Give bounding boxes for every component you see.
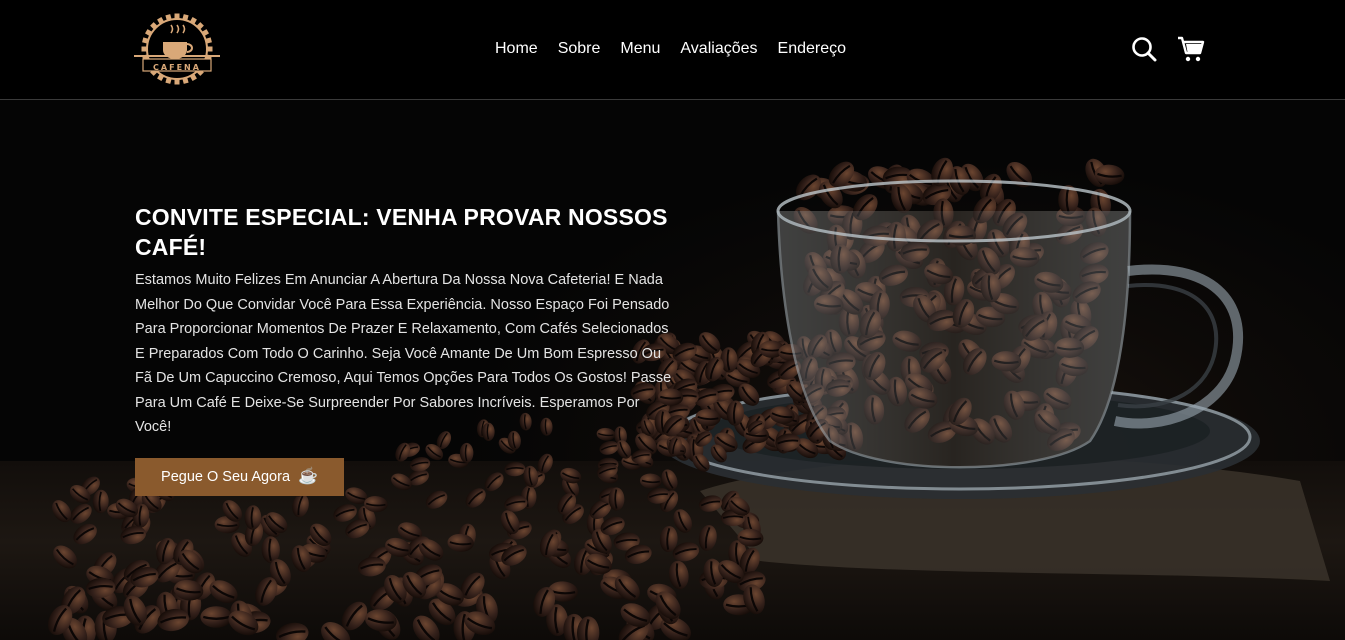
cta-label: Pegue O Seu Agora (161, 468, 291, 485)
cafena-logo[interactable]: CAFENA (133, 12, 221, 86)
cta-button[interactable]: Pegue O Seu Agora ☕ (135, 457, 344, 496)
nav-sobre[interactable]: Sobre (558, 38, 601, 60)
logo-text: CAFENA (153, 63, 201, 72)
nav-menu[interactable]: Menu (620, 38, 660, 60)
cart-icon[interactable] (1177, 34, 1205, 64)
main-nav: Home Sobre Menu Avaliações Endereço (495, 38, 866, 60)
nav-endereco[interactable]: Endereço (778, 38, 847, 60)
logo-emblem-icon (134, 13, 220, 85)
nav-home[interactable]: Home (495, 38, 538, 60)
nav-avaliacoes[interactable]: Avaliações (680, 38, 757, 60)
hero-content: CONVITE ESPECIAL: VENHA PROVAR NOSSOS CA… (135, 202, 675, 496)
site-header: CAFENA Home Sobre Menu Avaliações Endere… (0, 0, 1345, 100)
hero-description: Estamos Muito Felizes Em Anunciar A Aber… (135, 272, 672, 435)
hero-section: CONVITE ESPECIAL: VENHA PROVAR NOSSOS CA… (0, 101, 1345, 640)
page: CAFENA Home Sobre Menu Avaliações Endere… (0, 0, 1345, 640)
header-icons (1131, 34, 1205, 64)
coffee-cup-icon: ☕ (298, 467, 318, 485)
search-icon[interactable] (1131, 34, 1157, 64)
hero-title: CONVITE ESPECIAL: VENHA PROVAR NOSSOS CA… (135, 204, 668, 260)
